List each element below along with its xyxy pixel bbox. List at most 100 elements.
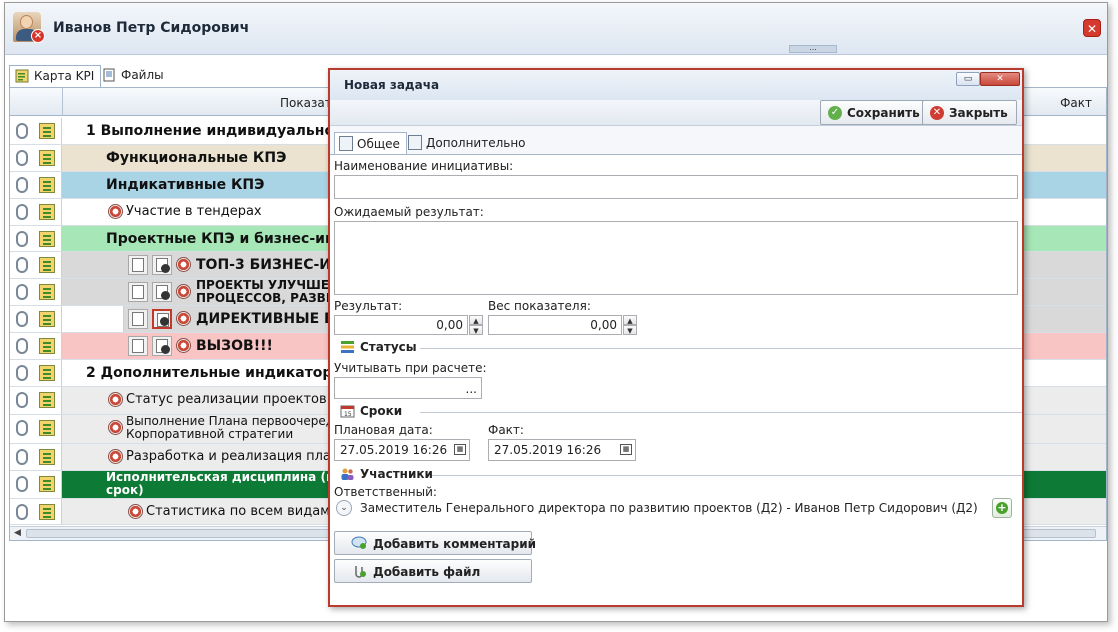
gear-icon: [108, 204, 123, 219]
weight-spin-down-icon[interactable]: ▼: [623, 325, 637, 335]
tab-kpi-card[interactable]: Карта KPI: [9, 65, 102, 87]
attachment-icon[interactable]: [16, 231, 28, 247]
plan-date-input[interactable]: 27.05.2019 16:26 ▦: [334, 439, 470, 461]
attachment-icon[interactable]: [16, 177, 28, 193]
edit-task-icon[interactable]: [128, 309, 148, 329]
maximize-icon[interactable]: ▭: [956, 72, 980, 86]
kpi-card-icon[interactable]: [39, 504, 55, 520]
edit-task-icon[interactable]: [128, 255, 148, 275]
tab-general[interactable]: Общее: [334, 132, 407, 154]
edit-task-icon[interactable]: [128, 282, 148, 302]
attachment-icon[interactable]: [16, 476, 28, 492]
header-divider: [62, 88, 63, 116]
row-icons-cell: [10, 471, 62, 498]
attachment-icon[interactable]: [16, 257, 28, 273]
weight-spin-up-icon[interactable]: ▲: [623, 315, 637, 325]
result-spin-down-icon[interactable]: ▼: [469, 325, 483, 335]
add-comment-label: Добавить комментарий: [373, 537, 537, 551]
add-comment-button[interactable]: Добавить комментарий: [334, 531, 536, 555]
user-avatar[interactable]: ×: [13, 12, 45, 43]
attachment-icon[interactable]: [16, 365, 28, 381]
attachment-icon[interactable]: [16, 392, 28, 408]
add-file-label: Добавить файл: [373, 565, 481, 579]
kpi-card-icon[interactable]: [39, 338, 55, 354]
cancel-icon: ✕: [930, 106, 944, 120]
attachment-icon[interactable]: [16, 420, 28, 436]
kpi-card-icon[interactable]: [39, 150, 55, 166]
calendar-icon: 15: [340, 405, 355, 418]
kpi-card-icon[interactable]: [39, 392, 55, 408]
dialog-title: Новая задача: [344, 78, 440, 92]
consider-label: Учитывать при расчете:: [334, 361, 487, 375]
tab-additional[interactable]: Дополнительно: [404, 132, 532, 154]
kpi-card-icon[interactable]: [39, 311, 55, 327]
add-task-icon[interactable]: [152, 309, 172, 329]
add-participant-button[interactable]: +: [992, 498, 1012, 518]
dialog-close-icon[interactable]: ✕: [980, 72, 1020, 86]
attachment-icon[interactable]: [16, 150, 28, 166]
kpi-card-icon[interactable]: [39, 123, 55, 139]
responsible-value[interactable]: Заместитель Генерального директора по ра…: [360, 501, 978, 515]
statuses-section: Статусы: [332, 339, 1022, 357]
svg-text:15: 15: [344, 411, 352, 418]
edit-task-icon[interactable]: [128, 336, 148, 356]
save-button-label: Сохранить: [847, 106, 920, 120]
attach-file-icon: [355, 566, 366, 578]
dates-divider: [420, 412, 1022, 413]
save-button[interactable]: ✓ Сохранить: [820, 100, 929, 125]
column-fact-header[interactable]: Факт: [1060, 96, 1092, 110]
row-icons-cell: [10, 172, 62, 198]
add-task-icon[interactable]: [152, 282, 172, 302]
attachment-icon[interactable]: [16, 449, 28, 465]
weight-input[interactable]: 0,00: [488, 315, 622, 335]
plan-date-calendar-icon[interactable]: ▦: [454, 444, 466, 455]
attachment-icon[interactable]: [16, 123, 28, 139]
attachment-icon[interactable]: [16, 204, 28, 220]
tab-files-label: Файлы: [121, 68, 164, 82]
attachment-icon[interactable]: [16, 284, 28, 300]
close-button[interactable]: ✕ Закрыть: [922, 100, 1017, 125]
chevron-down-icon[interactable]: ⌄: [336, 500, 352, 516]
kpi-card-icon[interactable]: [39, 365, 55, 381]
row-icons-cell: [10, 279, 62, 305]
add-task-icon[interactable]: [152, 336, 172, 356]
kpi-card-icon[interactable]: [39, 257, 55, 273]
row-icons-cell: [10, 306, 62, 332]
kpi-card-icon[interactable]: [39, 284, 55, 300]
close-window-icon[interactable]: ✕: [1083, 19, 1101, 37]
fact-date-calendar-icon[interactable]: ▦: [620, 444, 632, 455]
kpi-card-icon[interactable]: [39, 177, 55, 193]
gear-icon: [176, 257, 191, 272]
additional-tab-icon: [408, 135, 422, 150]
fact-date-input[interactable]: 27.05.2019 16:26 ▦: [488, 439, 636, 461]
kpi-card-icon[interactable]: [39, 476, 55, 492]
tab-general-label: Общее: [357, 137, 400, 151]
add-task-icon[interactable]: [152, 255, 172, 275]
logout-badge-icon[interactable]: ×: [31, 29, 45, 43]
plan-date-value: 27.05.2019 16:26: [340, 443, 448, 457]
attachment-icon[interactable]: [16, 311, 28, 327]
kpi-card-icon[interactable]: [39, 420, 55, 436]
kpi-card-icon[interactable]: [39, 204, 55, 220]
row-label-line2: срок): [106, 483, 144, 497]
row-icons-cell: [10, 199, 62, 225]
initiative-name-input[interactable]: [334, 175, 1018, 199]
tab-files[interactable]: Файлы: [97, 65, 170, 87]
kpi-card-icon[interactable]: [39, 449, 55, 465]
dates-title: Сроки: [360, 404, 403, 418]
splitter-grip[interactable]: ...: [789, 44, 837, 53]
row-icons-cell: [10, 499, 62, 524]
row-icons-cell: [10, 360, 62, 386]
scroll-left-icon[interactable]: ◀: [14, 528, 21, 538]
participants-section: Участники: [332, 466, 1022, 484]
attachment-icon[interactable]: [16, 338, 28, 354]
kpi-card-icon[interactable]: [39, 231, 55, 247]
expected-result-textarea[interactable]: [334, 221, 1018, 295]
close-button-label: Закрыть: [949, 106, 1008, 120]
result-input[interactable]: 0,00: [334, 315, 468, 335]
attachment-icon[interactable]: [16, 504, 28, 520]
add-file-button[interactable]: Добавить файл: [334, 559, 532, 583]
row-icons-cell: [10, 415, 62, 443]
consider-selector[interactable]: ...: [334, 377, 482, 399]
result-spin-up-icon[interactable]: ▲: [469, 315, 483, 325]
